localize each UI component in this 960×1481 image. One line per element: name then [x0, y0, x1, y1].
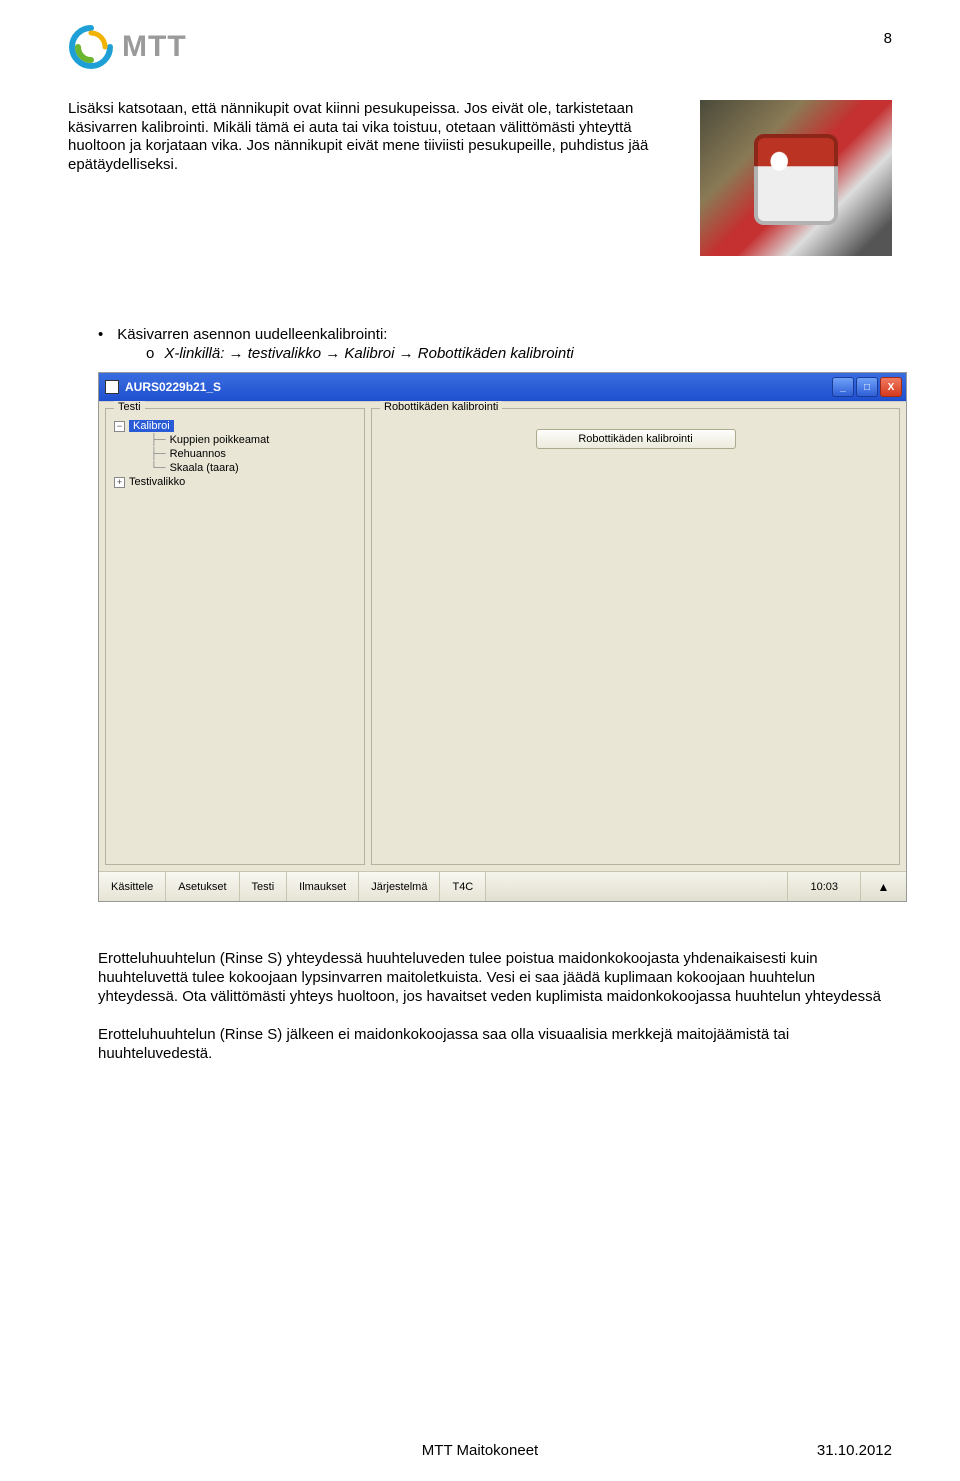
- intro-paragraph: Lisäksi katsotaan, että nännikupit ovat …: [68, 100, 682, 174]
- tree-item-kuppien[interactable]: Kuppien poikkeamat: [170, 434, 270, 446]
- bullet-marker: •: [98, 326, 103, 343]
- tree-row-root[interactable]: − Kalibroi: [112, 419, 358, 433]
- maximize-button[interactable]: □: [856, 377, 878, 397]
- calibrate-button[interactable]: Robottikäden kalibrointi: [536, 429, 736, 449]
- statusbar-kasittele[interactable]: Käsittele: [99, 872, 166, 901]
- equipment-photo: [700, 100, 892, 256]
- tree-item-testivalikko[interactable]: Testivalikko: [129, 476, 185, 488]
- nav-step-2: Kalibroi: [344, 345, 394, 362]
- window-titlebar[interactable]: AURS0229b21_S _ □ X: [99, 373, 906, 401]
- logo-swirl-icon: [68, 24, 114, 70]
- minimize-button[interactable]: _: [832, 377, 854, 397]
- close-button[interactable]: X: [880, 377, 902, 397]
- tree-row-child3[interactable]: └─ Skaala (taara): [112, 461, 358, 475]
- bullet-text: Käsivarren asennon uudelleenkalibrointi:: [117, 326, 387, 343]
- tree-item-kalibroi[interactable]: Kalibroi: [129, 420, 174, 432]
- statusbar-expand-icon[interactable]: ▲: [860, 872, 906, 901]
- tree-row-child2[interactable]: ├─ Rehuannos: [112, 447, 358, 461]
- tree-branch-icon: ├─: [150, 434, 166, 446]
- tree-collapse-icon[interactable]: −: [114, 421, 125, 432]
- arrow-icon: →: [229, 345, 244, 362]
- subbullet-nav: X-linkillä: → testivalikko → Kalibroi → …: [164, 345, 573, 362]
- statusbar-asetukset[interactable]: Asetukset: [166, 872, 239, 901]
- nav-step-3: Robottikäden kalibrointi: [418, 345, 574, 362]
- tree-row-sibling[interactable]: + Testivalikko: [112, 475, 358, 489]
- footer-center: MTT Maitokoneet: [422, 1442, 538, 1459]
- content-legend: Robottikäden kalibrointi: [380, 401, 502, 413]
- footer-date: 31.10.2012: [817, 1442, 892, 1459]
- app-window: AURS0229b21_S _ □ X Testi − Kalibroi ├─: [98, 372, 907, 902]
- paragraph-3: Erotteluhuuhtelun (Rinse S) jälkeen ei m…: [98, 1026, 892, 1064]
- statusbar-t4c[interactable]: T4C: [440, 872, 486, 901]
- window-statusbar: Käsittele Asetukset Testi Ilmaukset Järj…: [99, 871, 906, 901]
- statusbar-time: 10:03: [787, 872, 860, 901]
- tree-branch-icon: └─: [150, 462, 166, 474]
- window-title: AURS0229b21_S: [125, 380, 221, 394]
- subbullet-marker: o: [146, 345, 154, 362]
- nav-step-1: testivalikko: [248, 345, 321, 362]
- arrow-icon: →: [399, 345, 414, 362]
- nav-prefix: X-linkillä:: [164, 345, 224, 362]
- logo: MTT: [68, 24, 187, 70]
- tree-item-rehuannos[interactable]: Rehuannos: [170, 448, 226, 460]
- page-number: 8: [884, 24, 892, 47]
- statusbar-testi[interactable]: Testi: [240, 872, 288, 901]
- statusbar-ilmaukset[interactable]: Ilmaukset: [287, 872, 359, 901]
- tree-row-child1[interactable]: ├─ Kuppien poikkeamat: [112, 433, 358, 447]
- tree-legend: Testi: [114, 401, 145, 413]
- statusbar-jarjestelma[interactable]: Järjestelmä: [359, 872, 440, 901]
- tree-pane: Testi − Kalibroi ├─ Kuppien poikkeamat ├…: [105, 408, 365, 865]
- tree-item-skaala[interactable]: Skaala (taara): [170, 462, 239, 474]
- window-app-icon: [105, 380, 119, 394]
- content-pane: Robottikäden kalibrointi Robottikäden ka…: [371, 408, 900, 865]
- tree-expand-icon[interactable]: +: [114, 477, 125, 488]
- paragraph-2: Erotteluhuuhtelun (Rinse S) yhteydessä h…: [98, 950, 892, 1006]
- logo-text: MTT: [122, 30, 187, 64]
- arrow-icon: →: [325, 345, 340, 362]
- tree-branch-icon: ├─: [150, 448, 166, 460]
